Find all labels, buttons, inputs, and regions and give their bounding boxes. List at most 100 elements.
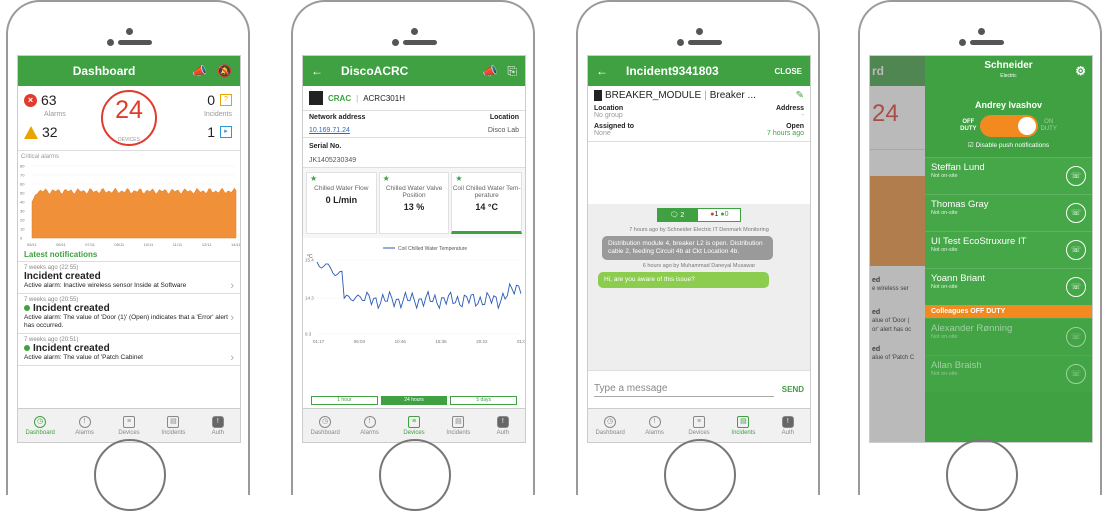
status-time: 7 hours ago — [767, 130, 804, 137]
notification-item[interactable]: 7 weeks ago (20:55) Incident created Activ… — [18, 294, 240, 334]
green-count: 0 — [724, 211, 729, 218]
phone-icon[interactable]: ☏ — [1066, 240, 1086, 260]
tab-devices[interactable]: ≡ Devices — [107, 409, 151, 442]
device-type: CRAC — [328, 93, 352, 103]
toggle-knob — [1017, 117, 1036, 135]
chevron-right-icon: › — [230, 352, 234, 364]
edit-icon[interactable]: ✎ — [796, 90, 804, 101]
tab-incidents[interactable]: ▤ Incidents — [151, 409, 195, 442]
bell-off-icon[interactable]: 🔕 — [217, 64, 232, 78]
alarm-icon: ! — [648, 415, 661, 428]
notifications-list: 7 weeks ago (22:55) Incident created Activ… — [18, 262, 240, 366]
sensor-card[interactable]: ★ Chilled Water Valve Position 13 % — [378, 172, 450, 234]
tab-dashboard[interactable]: ◷ Dashboard — [303, 409, 347, 442]
tab-dashboard[interactable]: ◷ Dashboard — [18, 409, 62, 442]
home-button[interactable] — [94, 439, 166, 511]
home-button[interactable] — [664, 439, 736, 511]
app-bar: ← Incident9341803 CLOSE — [588, 56, 810, 86]
star-icon: ★ — [310, 174, 318, 183]
export-icon[interactable]: ⎘ — [507, 64, 517, 79]
back-arrow-icon[interactable]: ← — [311, 64, 323, 78]
on-duty-label: ON DUTY — [1041, 119, 1057, 133]
alarms-critical[interactable]: × 63 — [24, 92, 57, 108]
range-1h[interactable]: 1 hour — [311, 396, 378, 405]
range-24h[interactable]: 24 hours — [380, 396, 448, 405]
device-id: ACRC301H — [363, 93, 405, 103]
x-tick-label: 20:22 — [476, 339, 488, 344]
speaker — [118, 40, 152, 45]
notification-item[interactable]: 7 weeks ago (22:55) Incident created Activ… — [18, 262, 240, 294]
colleague-item[interactable]: Alexander Rønning Not on-site ☏ — [925, 318, 1092, 355]
alarm-icon: ! — [78, 415, 91, 428]
sensor-dot — [392, 39, 399, 46]
incidents-ack[interactable]: 1 ▸ — [207, 124, 232, 140]
megaphone-icon[interactable]: 📣 — [482, 64, 497, 78]
colleague-item[interactable]: Allan Braish Not on-site ☏ — [925, 355, 1092, 392]
phone-icon[interactable]: ☏ — [1066, 166, 1086, 186]
phone-icon[interactable]: ☏ — [1066, 277, 1086, 297]
home-button[interactable] — [946, 439, 1018, 511]
incidents-icon: ▤ — [167, 415, 180, 428]
comment-count: 2 — [680, 212, 685, 219]
tab-incidents[interactable]: ▤ Incidents — [721, 409, 765, 442]
phone-icon[interactable]: ☏ — [1066, 364, 1086, 384]
tab-devices[interactable]: ≡ Devices — [392, 409, 436, 442]
tab-devices[interactable]: ≡ Devices — [677, 409, 721, 442]
critical-alarms-chart: 80 70 60 50 40 30 20 10 0 05/11 06/11 07/11 08/11 10… — [20, 164, 240, 248]
y-tick-label: 60 — [20, 182, 25, 187]
network-label: Network address — [309, 114, 366, 121]
sensor-card[interactable]: ★ Chilled Water Flow 0 L/min — [306, 172, 377, 234]
sensor-card-selected[interactable]: ★ Coil Chilled Water Tem-perature 14 °C — [451, 172, 523, 234]
gear-icon[interactable]: ⚙ — [1075, 64, 1086, 78]
megaphone-icon[interactable]: 📣 — [192, 64, 207, 78]
colleague-item[interactable]: Thomas Gray Not on-site ☏ — [925, 194, 1092, 231]
tab-auth[interactable]: ! Auth — [481, 409, 525, 442]
back-arrow-icon[interactable]: ← — [596, 64, 608, 78]
sensor-name: Coil Chilled Water Tem-perature — [452, 185, 521, 199]
tab-alarms[interactable]: ! Alarms — [62, 409, 106, 442]
notification-item[interactable]: 7 weeks ago (20:51) Incident created Activ… — [18, 334, 240, 366]
alarms-warning[interactable]: 32 — [24, 124, 58, 140]
message-input[interactable]: Type a message — [594, 383, 774, 397]
tab-label: Incidents — [161, 429, 186, 436]
chat-filter: 🗨 2 ●1 ●0 — [592, 208, 806, 222]
app-bar: ← DiscoACRC 📣 ⎘ — [303, 56, 525, 86]
serial-row: Serial No. JK1405230349 — [303, 137, 525, 167]
tab-incidents[interactable]: ▤ Incidents — [436, 409, 480, 442]
phone-icon[interactable]: ☏ — [1066, 327, 1086, 347]
range-5d[interactable]: 5 days — [450, 396, 518, 405]
events-filter[interactable]: ●1 ●0 — [697, 208, 742, 222]
sensor-dot — [677, 39, 684, 46]
phone-icon[interactable]: ☏ — [1066, 203, 1086, 223]
comments-filter[interactable]: 🗨 2 — [656, 208, 698, 222]
background-line: ed — [872, 309, 881, 316]
off-duty-section-title: Colleagues OFF DUTY — [925, 305, 1092, 318]
home-button[interactable] — [379, 439, 451, 511]
devices-ring[interactable]: 24 DEVICES — [101, 90, 157, 146]
disable-push-checkbox[interactable]: ☑ Disable push notifications — [925, 141, 1092, 149]
colleague-item[interactable]: Yoann Briant Not on-site ☏ — [925, 268, 1092, 305]
sensor-value: 13 % — [403, 202, 425, 212]
devices-count: 24 — [115, 96, 143, 124]
send-button[interactable]: SEND — [782, 385, 804, 394]
close-button[interactable]: CLOSE — [774, 67, 802, 76]
camera-dot — [978, 28, 985, 35]
phone-duty: rd 24 ed e wireless ser ed alue of 'Door… — [858, 0, 1102, 511]
colleague-item[interactable]: Steffan Lund Not on-site ☏ — [925, 157, 1092, 194]
speaker — [403, 40, 437, 45]
tab-auth[interactable]: ! Auth — [196, 409, 240, 442]
on-text-2: DUTY — [1040, 126, 1057, 132]
tab-alarms[interactable]: ! Alarms — [632, 409, 676, 442]
speaker — [688, 40, 722, 45]
tab-dashboard[interactable]: ◷ Dashboard — [588, 409, 632, 442]
tab-auth[interactable]: ! Auth — [766, 409, 810, 442]
tab-alarms[interactable]: ! Alarms — [347, 409, 391, 442]
background-line: alue of 'Patch C — [872, 355, 915, 361]
camera-dot — [411, 28, 418, 35]
off-duty-label: OFF DUTY — [960, 119, 976, 133]
incidents-open[interactable]: 0 ? — [207, 92, 232, 108]
duty-toggle[interactable] — [979, 115, 1038, 137]
colleague-item[interactable]: UI Test EcoStruxure IT Not on-site ☏ — [925, 231, 1092, 268]
ip-link[interactable]: 10.169.71.24 — [309, 127, 350, 134]
temperature-chart: Coil Chilled Water Temperature °C 15.414… — [305, 246, 525, 344]
